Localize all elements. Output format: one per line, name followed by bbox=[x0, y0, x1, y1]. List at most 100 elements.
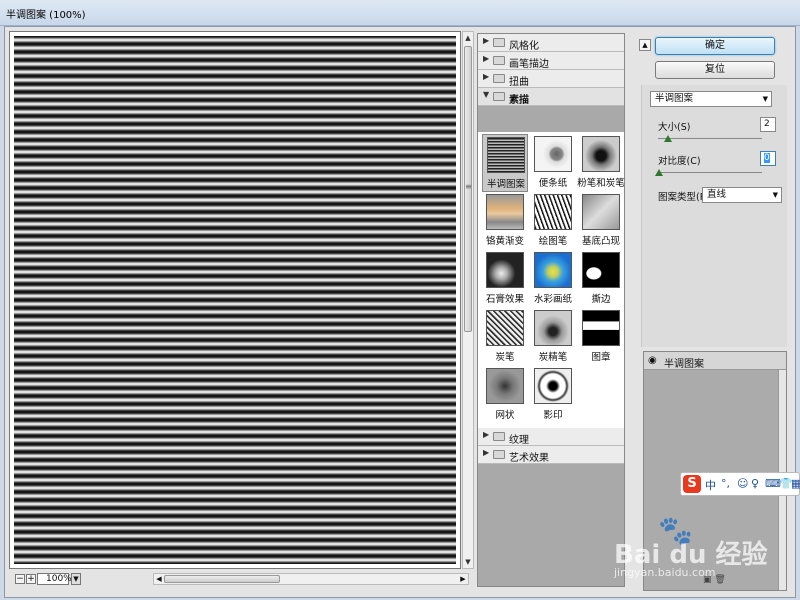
collapse-panel-icon[interactable]: ▲ bbox=[639, 39, 651, 51]
filter-select[interactable]: 半调图案 ▼ bbox=[650, 91, 772, 107]
zoom-dropdown-arrow-icon[interactable]: ▼ bbox=[71, 573, 81, 585]
zoom-in-button[interactable]: + bbox=[26, 574, 36, 584]
preview-canvas[interactable] bbox=[14, 36, 456, 564]
filter-thumb-photocopy[interactable]: 影印 bbox=[530, 366, 576, 424]
zoom-out-button[interactable]: − bbox=[15, 574, 25, 584]
preview-vertical-scrollbar[interactable]: ▲ ≡ ▼ bbox=[462, 31, 474, 569]
scroll-up-arrow-icon[interactable]: ▲ bbox=[463, 32, 473, 44]
punctuation-icon[interactable]: °, bbox=[721, 477, 730, 490]
filter-thumb-label: 石膏效果 bbox=[485, 294, 524, 305]
filter-select-value: 半调图案 bbox=[655, 93, 694, 104]
folder-icon bbox=[493, 38, 505, 47]
filter-thumb-halftone-pattern[interactable]: 半调图案 bbox=[482, 134, 528, 192]
halftone-pattern-thumbnail bbox=[487, 137, 525, 173]
reset-button[interactable]: 复位 bbox=[655, 61, 775, 79]
collapse-arrow-icon: ▼ bbox=[483, 90, 490, 99]
category-sketch[interactable]: ▼ 素描 bbox=[478, 88, 624, 106]
size-slider-knob[interactable] bbox=[664, 135, 672, 142]
contrast-field[interactable]: 0 bbox=[760, 151, 776, 166]
filter-thumb-label: 撕边 bbox=[591, 294, 611, 305]
reticulation-thumbnail bbox=[486, 368, 524, 404]
filter-thumb-label: 便条纸 bbox=[538, 178, 568, 189]
effect-layer-label: 半调图案 bbox=[664, 359, 704, 370]
sketch-filter-thumbnails: 半调图案 便条纸 粉笔和炭笔 铬黄渐变 绘图笔 基底凸现 石膏效果 水彩画纸 撕… bbox=[478, 132, 625, 428]
dropdown-arrow-icon: ▼ bbox=[762, 95, 768, 103]
pattern-type-select[interactable]: 直线 ▼ bbox=[702, 187, 782, 203]
size-value: 2 bbox=[764, 119, 770, 129]
note-paper-thumbnail bbox=[534, 136, 572, 172]
size-label: 大小(S) bbox=[658, 122, 691, 133]
filter-settings-panel: 半调图案 ▼ 大小(S) 2 对比度(C) 0 图案类型(P): 直线 ▼ bbox=[641, 85, 787, 347]
filter-thumb-reticulation[interactable]: 网状 bbox=[482, 366, 528, 424]
splitter-grip-icon[interactable]: ≡ bbox=[465, 182, 472, 191]
graphic-pen-thumbnail bbox=[534, 194, 572, 230]
folder-icon bbox=[493, 450, 505, 459]
title-bar: 半调图案 (100%) bbox=[0, 0, 800, 26]
charcoal-thumbnail bbox=[486, 310, 524, 346]
preview-frame bbox=[9, 31, 461, 569]
filter-thumb-graphic-pen[interactable]: 绘图笔 bbox=[530, 192, 576, 250]
scroll-left-arrow-icon[interactable]: ◀ bbox=[154, 574, 164, 584]
stamp-thumbnail bbox=[582, 310, 620, 346]
contrast-slider-track bbox=[658, 172, 762, 173]
toolbox-icon[interactable]: ▦ bbox=[791, 477, 800, 490]
category-label: 艺术效果 bbox=[509, 453, 549, 464]
emoji-icon[interactable]: ☺ bbox=[737, 477, 748, 490]
category-brush-strokes[interactable]: ▶ 画笔描边 bbox=[478, 52, 624, 70]
filter-thumb-plaster[interactable]: 石膏效果 bbox=[482, 250, 528, 308]
expand-arrow-icon: ▶ bbox=[483, 430, 490, 439]
filter-thumb-label: 炭笔 bbox=[495, 352, 515, 363]
preview-horizontal-scrollbar[interactable]: ◀ ▶ bbox=[153, 573, 469, 585]
filter-thumb-water-paper[interactable]: 水彩画纸 bbox=[530, 250, 576, 308]
scroll-down-arrow-icon[interactable]: ▼ bbox=[463, 556, 473, 568]
category-stylize[interactable]: ▶ 风格化 bbox=[478, 34, 624, 52]
filter-thumb-torn-edges[interactable]: 撕边 bbox=[578, 250, 624, 308]
filter-thumb-label: 铬黄渐变 bbox=[485, 236, 524, 247]
category-distort[interactable]: ▶ 扭曲 bbox=[478, 70, 624, 88]
filter-thumb-label: 半调图案 bbox=[486, 179, 525, 190]
window-title: 半调图案 (100%) bbox=[6, 10, 86, 21]
filter-thumb-bas-relief[interactable]: 基底凸现 bbox=[578, 192, 624, 250]
baidu-watermark: 🐾 Bai du 经验 jingyan.baidu.com bbox=[612, 514, 800, 596]
filter-gallery-window: ▲ ≡ ▼ − + 100% ▼ ◀ ▶ ▶ 风格化 ▶ 画笔描边 ▶ 扭曲 ▼… bbox=[4, 26, 796, 598]
size-slider[interactable] bbox=[658, 135, 762, 143]
scroll-right-arrow-icon[interactable]: ▶ bbox=[458, 574, 468, 584]
ime-toolbar[interactable]: S 中 °, ☺ ♀ ⌨ 👕 ▦ bbox=[680, 472, 800, 496]
category-label: 纹理 bbox=[509, 435, 529, 446]
size-field[interactable]: 2 bbox=[760, 117, 776, 132]
effect-layer-row[interactable]: ◉ 半调图案 bbox=[644, 352, 786, 370]
visibility-eye-icon[interactable]: ◉ bbox=[648, 355, 657, 366]
preview-bottom-bar: − + 100% ▼ ◀ ▶ bbox=[9, 571, 473, 587]
expand-arrow-icon: ▶ bbox=[483, 54, 490, 63]
filter-thumb-label: 基底凸现 bbox=[581, 236, 620, 247]
folder-icon bbox=[493, 56, 505, 65]
preview-horizontal-scroll-thumb[interactable] bbox=[164, 575, 280, 583]
chalk-charcoal-thumbnail bbox=[582, 136, 620, 172]
ime-mode-label[interactable]: 中 bbox=[705, 477, 716, 493]
contrast-value: 0 bbox=[764, 153, 770, 163]
zoom-level-field[interactable]: 100% bbox=[37, 573, 72, 585]
ok-button[interactable]: 确定 bbox=[655, 37, 775, 55]
filter-thumb-chrome[interactable]: 铬黄渐变 bbox=[482, 192, 528, 250]
filter-thumb-charcoal[interactable]: 炭笔 bbox=[482, 308, 528, 366]
expand-arrow-icon: ▶ bbox=[483, 448, 490, 457]
contrast-slider-knob[interactable] bbox=[655, 169, 663, 176]
category-texture[interactable]: ▶ 纹理 bbox=[478, 428, 624, 446]
category-label: 扭曲 bbox=[509, 77, 529, 88]
filter-thumb-label: 图章 bbox=[591, 352, 611, 363]
size-slider-track bbox=[658, 138, 762, 139]
filter-thumb-label: 水彩画纸 bbox=[533, 294, 572, 305]
filter-thumb-label: 粉笔和炭笔 bbox=[577, 178, 625, 189]
dropdown-arrow-icon: ▼ bbox=[772, 191, 778, 199]
filter-thumb-stamp[interactable]: 图章 bbox=[578, 308, 624, 366]
contrast-slider[interactable] bbox=[655, 169, 762, 177]
category-artistic[interactable]: ▶ 艺术效果 bbox=[478, 446, 624, 464]
voice-icon[interactable]: ♀ bbox=[751, 477, 759, 490]
category-label: 素描 bbox=[509, 95, 529, 106]
filter-thumb-label: 影印 bbox=[543, 410, 563, 421]
filter-thumb-note-paper[interactable]: 便条纸 bbox=[530, 134, 576, 192]
expand-arrow-icon: ▶ bbox=[483, 36, 490, 45]
filter-thumb-chalk-charcoal[interactable]: 粉笔和炭笔 bbox=[577, 134, 625, 192]
pattern-type-value: 直线 bbox=[707, 189, 727, 200]
filter-thumb-conte-crayon[interactable]: 炭精笔 bbox=[530, 308, 576, 366]
